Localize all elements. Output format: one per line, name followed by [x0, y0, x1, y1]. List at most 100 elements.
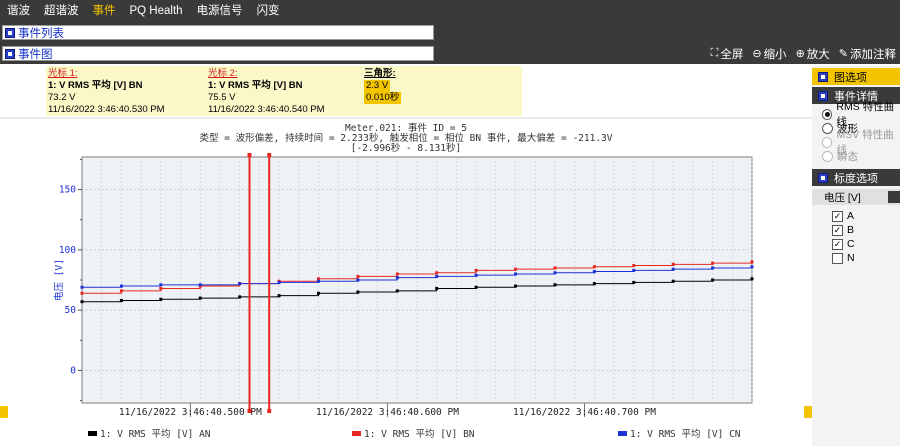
chart-mode-radio-group: RMS 特性曲线 波形 MSV 特性曲线 瞬态	[812, 101, 900, 163]
checkbox[interactable]: ✓	[832, 224, 843, 236]
series-point-1	[514, 267, 518, 271]
series-point-2	[435, 274, 439, 278]
zoom-in-button[interactable]: ⊕ 放大	[796, 46, 830, 62]
menu-item-2[interactable]: 事件	[86, 0, 123, 22]
delta-value: 2.3 V	[364, 80, 391, 92]
legend-swatch-2	[618, 431, 627, 436]
series-point-2	[159, 283, 163, 287]
menu-item-0[interactable]: 谐波	[0, 0, 37, 22]
fullscreen-button[interactable]: ⛶ 全屏	[711, 46, 744, 62]
event-viewer: 谐波 超谐波 事件 PQ Health 电源信号 闪变 事件列表 事件图 ⛶ 全屏 ⊖ 缩小 …	[0, 0, 900, 446]
cursor1-info: 光标 1: 1: V RMS 平均 [V] BN 73.2 V 11/16/20…	[48, 68, 165, 116]
series-point-0	[632, 280, 636, 284]
menu-item-4[interactable]: 电源信号	[190, 0, 250, 22]
delta-time: 0.010秒	[364, 92, 402, 104]
radio-button[interactable]	[822, 108, 833, 120]
voltage-label: 电压 [V]	[824, 191, 861, 204]
checkbox[interactable]	[832, 252, 843, 264]
graph-options-header[interactable]: 图选项	[812, 68, 900, 85]
phase-label: C	[847, 238, 855, 250]
menu-item-3[interactable]: PQ Health	[123, 0, 190, 22]
series-point-1	[632, 264, 636, 268]
chart-mode-option-0[interactable]: RMS 特性曲线	[812, 101, 900, 128]
y-tick-label: 50	[65, 305, 77, 316]
phase-option-n[interactable]: N	[812, 251, 900, 265]
series-point-2	[198, 283, 202, 287]
series-point-0	[159, 297, 163, 301]
series-point-0	[356, 290, 360, 294]
series-point-2	[80, 285, 84, 289]
zoom-out-label: 缩小	[763, 48, 787, 61]
series-point-0	[592, 282, 596, 286]
cursor-info-panel: 光标 1: 1: V RMS 平均 [V] BN 73.2 V 11/16/20…	[46, 66, 522, 116]
series-point-2	[671, 267, 675, 271]
delta-info: 三角形: 2.3 V 0.010秒	[364, 68, 402, 104]
checkbox[interactable]: ✓	[832, 210, 843, 222]
fullscreen-label: 全屏	[720, 48, 744, 61]
graph-area: Meter.021: 事件 ID = 5 类型 = 波形偏差, 持续时间 = 2.…	[0, 66, 812, 446]
scale-options-icon	[818, 172, 828, 183]
radio-button	[822, 150, 833, 162]
series-point-0	[474, 285, 478, 289]
scroll-left-arrow[interactable]	[0, 406, 8, 418]
y-tick-label: 0	[70, 365, 76, 376]
series-point-0	[435, 286, 439, 290]
x-tick-label: 11/16/2022 3:46:40.500 PM	[119, 407, 262, 418]
graph-options-icon	[818, 71, 828, 82]
cursor2-time: 11/16/2022 3:46:40.540 PM	[208, 104, 325, 115]
series-point-1	[435, 271, 439, 275]
event-list-row: 事件列表	[0, 22, 900, 43]
zoom-out-icon: ⊖	[752, 48, 762, 60]
menu-item-1[interactable]: 超谐波	[37, 0, 86, 22]
chart-toolbar: ⛶ 全屏 ⊖ 缩小 ⊕ 放大 ✎ 添加注释	[711, 43, 896, 64]
series-point-0	[671, 279, 675, 283]
legend-label-0: 1: V RMS 平均 [V] AN	[100, 428, 211, 440]
collapse-icon[interactable]	[5, 48, 15, 59]
cursor-handle-top	[247, 153, 252, 157]
expand-icon[interactable]	[5, 27, 15, 38]
radio-button	[822, 136, 833, 148]
chart-mode-option-2: MSV 特性曲线	[812, 129, 900, 156]
graph-options-label: 图选项	[834, 71, 867, 84]
phase-option-c[interactable]: ✓ C	[812, 237, 900, 251]
series-point-2	[395, 276, 399, 280]
legend-label-2: 1: V RMS 平均 [V] CN	[630, 428, 741, 440]
phase-label: A	[847, 210, 855, 222]
zoom-out-button[interactable]: ⊖ 缩小	[752, 46, 786, 62]
series-point-1	[159, 286, 163, 290]
scale-options-label: 标度选项	[834, 172, 878, 185]
menu-item-5[interactable]: 闪变	[250, 0, 287, 22]
scale-options-header[interactable]: 标度选项	[812, 169, 900, 186]
series-point-0	[198, 296, 202, 300]
cursor1-time: 11/16/2022 3:46:40.530 PM	[48, 104, 165, 115]
cursor-handle-bottom	[267, 409, 272, 413]
event-list-header[interactable]: 事件列表	[2, 25, 434, 40]
phase-option-a[interactable]: ✓ A	[812, 209, 900, 223]
event-list-title: 事件列表	[18, 27, 64, 40]
legend-swatch-0	[88, 431, 97, 436]
cursor-handle-bottom	[247, 409, 252, 413]
top-menu: 谐波 超谐波 事件 PQ Health 电源信号 闪变	[0, 0, 900, 22]
voltage-dropdown-icon[interactable]	[888, 191, 900, 203]
cursor1-channel: 1: V RMS 平均 [V] BN	[48, 80, 143, 91]
event-chart-header[interactable]: 事件图	[2, 46, 434, 61]
y-tick-label: 100	[59, 245, 76, 256]
scroll-right-arrow[interactable]	[804, 406, 812, 418]
series-point-0	[750, 277, 754, 281]
y-axis-label: 电压 [V]	[53, 259, 65, 301]
phase-checkbox-group: ✓ A ✓ B ✓ C N	[812, 205, 900, 265]
series-point-1	[356, 274, 360, 278]
x-tick-label: 11/16/2022 3:46:40.700 PM	[513, 407, 656, 418]
series-point-0	[238, 295, 242, 299]
phase-option-b[interactable]: ✓ B	[812, 223, 900, 237]
series-point-1	[119, 289, 123, 293]
event-chart[interactable]: Meter.021: 事件 ID = 5类型 = 波形偏差, 持续时间 = 2.…	[0, 66, 812, 446]
radio-button[interactable]	[822, 122, 833, 134]
add-note-button[interactable]: ✎ 添加注释	[839, 46, 896, 62]
series-point-2	[356, 278, 360, 282]
checkbox[interactable]: ✓	[832, 238, 843, 250]
phase-label: B	[847, 224, 855, 236]
series-point-2	[316, 279, 320, 283]
cursor1-title: 光标 1:	[48, 68, 78, 79]
series-point-2	[553, 271, 557, 275]
